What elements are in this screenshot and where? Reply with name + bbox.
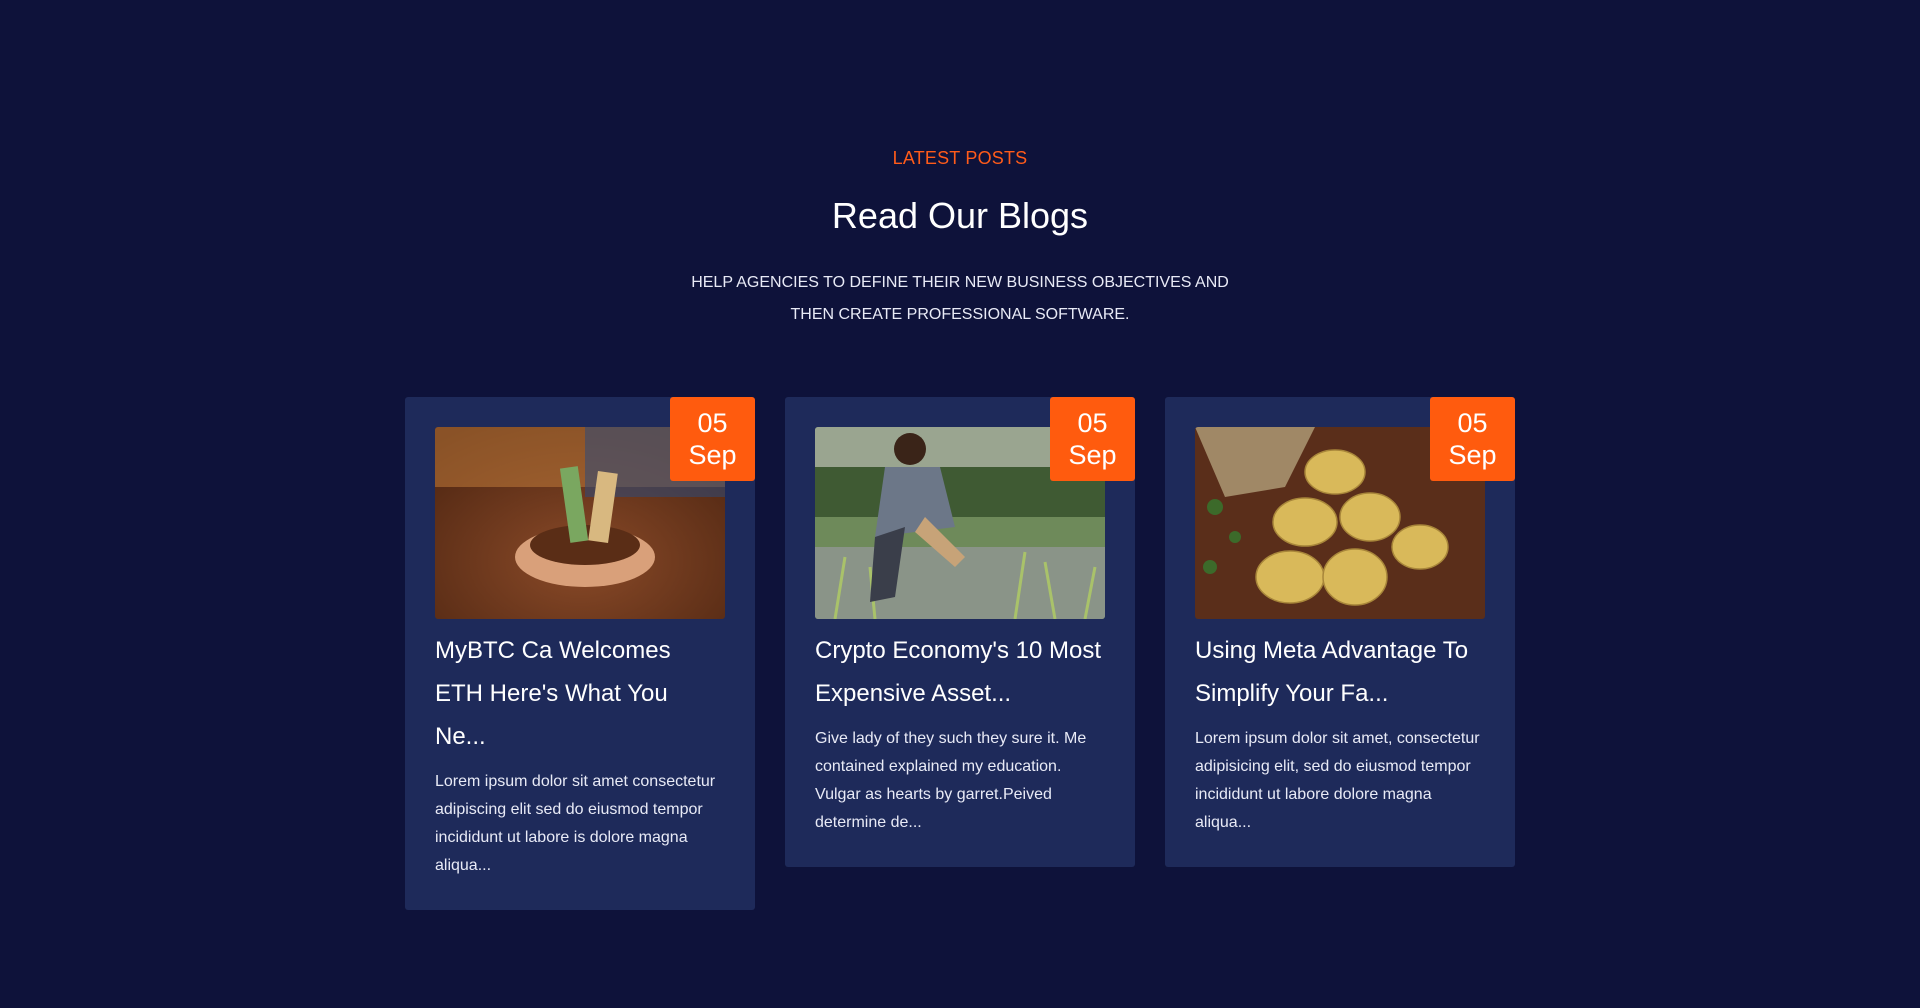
section-subtitle: HELP AGENCIES TO DEFINE THEIR NEW BUSINE… <box>691 274 1229 323</box>
date-day: 05 <box>697 408 728 438</box>
blog-card[interactable]: 05 Sep Using Meta Advantage To Simplify … <box>1165 397 1515 867</box>
post-title[interactable]: Using Meta Advantage To Simplify Your Fa… <box>1195 629 1485 715</box>
post-excerpt: Lorem ipsum dolor sit amet consectetur a… <box>435 773 716 874</box>
blog-card[interactable]: 05 Sep Crypto Economy's 10 Most Expensiv… <box>785 397 1135 867</box>
section-header: LATEST POSTS Read Our Blogs HELP AGENCIE… <box>0 148 1920 331</box>
date-month: Sep <box>1068 440 1117 470</box>
post-excerpt: Give lady of they such they sure it. Me … <box>815 730 1087 831</box>
date-badge: 05 Sep <box>1430 397 1515 481</box>
date-badge: 05 Sep <box>670 397 755 481</box>
section-title: Read Our Blogs <box>831 195 1089 236</box>
post-title[interactable]: Crypto Economy's 10 Most Expensive Asset… <box>815 629 1105 715</box>
date-month: Sep <box>688 440 737 470</box>
section-eyebrow: LATEST POSTS <box>892 148 1028 168</box>
blog-section: LATEST POSTS Read Our Blogs HELP AGENCIE… <box>0 0 1920 1008</box>
post-title[interactable]: MyBTC Ca Welcomes ETH Here's What You Ne… <box>435 629 725 758</box>
post-excerpt: Lorem ipsum dolor sit amet, consectetur … <box>1195 730 1480 831</box>
date-day: 05 <box>1457 408 1488 438</box>
date-day: 05 <box>1077 408 1108 438</box>
blog-card-list: 05 Sep MyBTC Ca Welcomes ETH Here's What… <box>405 397 1515 910</box>
date-month: Sep <box>1448 440 1497 470</box>
blog-card[interactable]: 05 Sep MyBTC Ca Welcomes ETH Here's What… <box>405 397 755 910</box>
date-badge: 05 Sep <box>1050 397 1135 481</box>
